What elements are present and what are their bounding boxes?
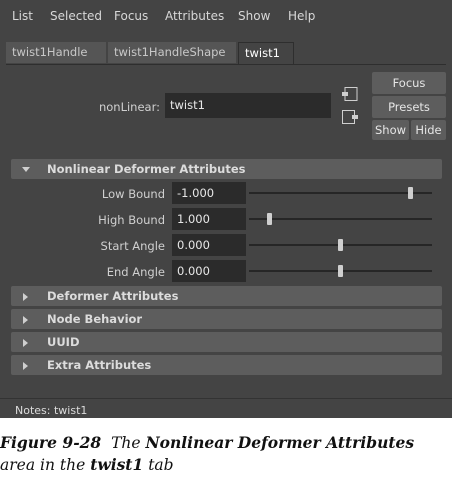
expand-arrow-down-icon: [21, 164, 31, 174]
start-angle-label: Start Angle: [100, 239, 165, 253]
high-bound-slider[interactable]: [249, 213, 432, 225]
low-bound-label: Low Bound: [101, 187, 165, 201]
section-label: Deformer Attributes: [47, 289, 179, 303]
high-bound-slider-handle[interactable]: [266, 213, 272, 225]
start-angle-field[interactable]: 0.000: [172, 234, 246, 256]
attribute-editor-panel: List Selected Focus Attributes Show Help…: [0, 0, 452, 418]
node-type-label: nonLinear:: [98, 100, 160, 114]
section-node-behavior[interactable]: Node Behavior: [11, 309, 442, 329]
focus-button[interactable]: Focus: [372, 72, 446, 94]
figure-caption: Figure 9-28 The Nonlinear Deformer Attri…: [0, 433, 415, 474]
menu-attributes[interactable]: Attributes: [165, 9, 224, 23]
end-angle-slider[interactable]: [249, 265, 432, 277]
section-nonlinear-deformer-attributes[interactable]: Nonlinear Deformer Attributes: [11, 159, 442, 179]
expand-arrow-right-icon: [21, 337, 31, 347]
show-button[interactable]: Show: [372, 120, 409, 140]
figure-number: Figure 9-28: [0, 433, 102, 452]
high-bound-label: High Bound: [98, 213, 165, 227]
node-name-field[interactable]: twist1: [165, 93, 331, 118]
tab-twist1[interactable]: twist1: [238, 42, 294, 64]
low-bound-slider-handle[interactable]: [407, 187, 413, 199]
section-label: UUID: [47, 335, 80, 349]
output-connections-icon[interactable]: [341, 109, 359, 125]
end-angle-slider-handle[interactable]: [338, 265, 343, 277]
start-angle-slider[interactable]: [249, 239, 432, 251]
menu-bar: List Selected Focus Attributes Show Help: [0, 0, 452, 32]
end-angle-label: End Angle: [106, 265, 165, 279]
expand-arrow-right-icon: [21, 360, 31, 370]
low-bound-field[interactable]: -1.000: [172, 182, 246, 204]
notes-label: Notes: twist1: [15, 404, 88, 417]
presets-button[interactable]: Presets: [372, 96, 446, 118]
start-angle-slider-handle[interactable]: [338, 239, 343, 251]
end-angle-field[interactable]: 0.000: [172, 260, 246, 282]
menu-show[interactable]: Show: [238, 9, 270, 23]
tab-twist1handle[interactable]: twist1Handle: [6, 42, 106, 63]
low-bound-slider[interactable]: [249, 187, 432, 199]
section-extra-attributes[interactable]: Extra Attributes: [11, 355, 442, 375]
section-uuid[interactable]: UUID: [11, 332, 442, 352]
section-label: Extra Attributes: [47, 358, 152, 372]
notes-bar[interactable]: Notes: twist1: [0, 398, 452, 418]
menu-selected[interactable]: Selected: [50, 9, 102, 23]
input-connections-icon[interactable]: [341, 86, 359, 102]
menu-list[interactable]: List: [12, 9, 33, 23]
expand-arrow-right-icon: [21, 314, 31, 324]
node-tabs: twist1Handle twist1HandleShape twist1: [6, 42, 446, 65]
menu-help[interactable]: Help: [288, 9, 315, 23]
section-label: Node Behavior: [47, 312, 143, 326]
expand-arrow-right-icon: [21, 291, 31, 301]
high-bound-field[interactable]: 1.000: [172, 208, 246, 230]
menu-focus[interactable]: Focus: [114, 9, 148, 23]
hide-button[interactable]: Hide: [411, 120, 446, 140]
section-deformer-attributes[interactable]: Deformer Attributes: [11, 286, 442, 306]
tab-twist1handleshape[interactable]: twist1HandleShape: [108, 42, 236, 63]
section-label: Nonlinear Deformer Attributes: [47, 162, 246, 176]
